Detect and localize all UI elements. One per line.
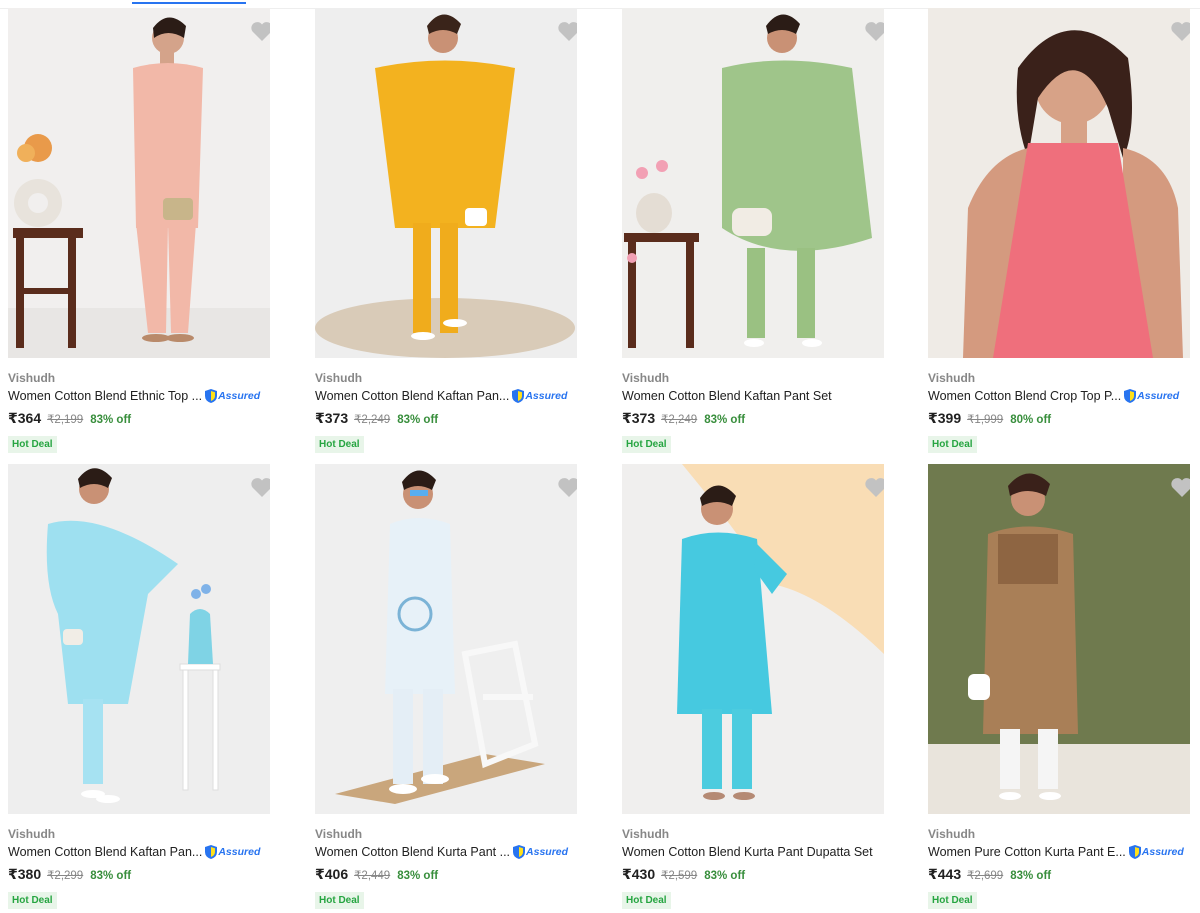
- brand-name: Vishudh: [622, 371, 670, 385]
- assured-label: Assured: [1137, 390, 1180, 402]
- product-image[interactable]: [622, 464, 884, 814]
- product-card[interactable]: Vishudh Women Cotton Blend Ethnic Top ..…: [8, 8, 278, 453]
- product-card[interactable]: Vishudh Women Pure Cotton Kurta Pant E..…: [928, 464, 1198, 909]
- assured-label: Assured: [1141, 846, 1184, 858]
- assured-shield-icon: [1124, 389, 1137, 403]
- product-image[interactable]: [315, 8, 577, 358]
- product-title[interactable]: Women Cotton Blend Crop Top P...: [928, 389, 1121, 403]
- product-title[interactable]: Women Cotton Blend Kaftan Pant Set: [622, 389, 832, 403]
- product-image[interactable]: [622, 8, 884, 358]
- brand-name: Vishudh: [315, 827, 363, 841]
- product-photo-yellow-kaftan: [315, 8, 577, 358]
- wishlist-heart-icon[interactable]: [864, 20, 884, 42]
- product-photo-brown-kurta-set: [928, 464, 1190, 814]
- hot-deal-badge: Hot Deal: [8, 436, 57, 453]
- hot-deal-badge: Hot Deal: [315, 892, 364, 909]
- brand-name: Vishudh: [928, 371, 976, 385]
- original-price: ₹2,199: [47, 414, 84, 426]
- original-price: ₹2,449: [354, 870, 391, 882]
- assured-shield-icon: [1128, 845, 1141, 859]
- product-card[interactable]: Vishudh Women Cotton Blend Kaftan Pan...…: [315, 8, 585, 453]
- discount-percent: 80% off: [1010, 414, 1052, 426]
- wishlist-heart-icon[interactable]: [1170, 20, 1190, 42]
- discount-percent: 83% off: [1010, 870, 1052, 882]
- original-price: ₹2,699: [967, 870, 1004, 882]
- brand-name: Vishudh: [8, 371, 56, 385]
- assured-badge: Assured: [205, 845, 260, 859]
- product-title[interactable]: Women Cotton Blend Kurta Pant ...: [315, 845, 510, 859]
- selling-price: ₹380: [8, 866, 42, 882]
- product-card[interactable]: Vishudh Women Cotton Blend Kurta Pant ..…: [315, 464, 585, 909]
- product-photo-blue-kaftan: [8, 464, 270, 814]
- original-price: ₹2,299: [47, 870, 84, 882]
- brand-name: Vishudh: [8, 827, 56, 841]
- product-image[interactable]: [8, 8, 270, 358]
- hot-deal-badge: Hot Deal: [315, 436, 364, 453]
- product-image[interactable]: [928, 464, 1190, 814]
- discount-percent: 83% off: [704, 414, 746, 426]
- product-photo-peach-coord-set: [8, 8, 270, 358]
- wishlist-heart-icon[interactable]: [557, 476, 577, 498]
- selling-price: ₹373: [622, 410, 656, 426]
- brand-name: Vishudh: [622, 827, 670, 841]
- product-card[interactable]: Vishudh Women Cotton Blend Kurta Pant Du…: [622, 464, 892, 909]
- brand-name: Vishudh: [928, 827, 976, 841]
- original-price: ₹2,599: [661, 870, 698, 882]
- hot-deal-badge: Hot Deal: [928, 436, 977, 453]
- product-photo-green-kaftan: [622, 8, 884, 358]
- product-title[interactable]: Women Cotton Blend Kaftan Pan...: [315, 389, 509, 403]
- product-title[interactable]: Women Pure Cotton Kurta Pant E...: [928, 845, 1126, 859]
- assured-badge: Assured: [1128, 845, 1184, 859]
- product-photo-pink-halter-top: [928, 8, 1190, 358]
- original-price: ₹2,249: [354, 414, 391, 426]
- selling-price: ₹399: [928, 410, 962, 426]
- hot-deal-badge: Hot Deal: [8, 892, 57, 909]
- wishlist-heart-icon[interactable]: [1170, 476, 1190, 498]
- assured-label: Assured: [526, 846, 569, 858]
- product-title[interactable]: Women Cotton Blend Kaftan Pan...: [8, 845, 202, 859]
- assured-shield-icon: [205, 389, 218, 403]
- product-image[interactable]: [8, 464, 270, 814]
- assured-badge: Assured: [1124, 389, 1179, 403]
- top-link-underline: [132, 2, 246, 4]
- selling-price: ₹430: [622, 866, 656, 882]
- discount-percent: 83% off: [90, 414, 132, 426]
- product-title[interactable]: Women Cotton Blend Kurta Pant Dupatta Se…: [622, 845, 873, 859]
- original-price: ₹1,999: [967, 414, 1004, 426]
- product-card[interactable]: Vishudh Women Cotton Blend Crop Top P...…: [928, 8, 1198, 453]
- product-title[interactable]: Women Cotton Blend Ethnic Top ...: [8, 389, 202, 403]
- brand-name: Vishudh: [315, 371, 363, 385]
- wishlist-heart-icon[interactable]: [250, 20, 270, 42]
- product-image[interactable]: [315, 464, 577, 814]
- selling-price: ₹364: [8, 410, 42, 426]
- product-photo-white-blue-kurta-set: [315, 464, 577, 814]
- assured-shield-icon: [513, 845, 526, 859]
- wishlist-heart-icon[interactable]: [864, 476, 884, 498]
- product-image[interactable]: [928, 8, 1190, 358]
- hot-deal-badge: Hot Deal: [622, 436, 671, 453]
- wishlist-heart-icon[interactable]: [557, 20, 577, 42]
- product-photo-turquoise-kurta-set: [622, 464, 884, 814]
- assured-badge: Assured: [512, 389, 567, 403]
- selling-price: ₹443: [928, 866, 962, 882]
- wishlist-heart-icon[interactable]: [250, 476, 270, 498]
- original-price: ₹2,249: [661, 414, 698, 426]
- hot-deal-badge: Hot Deal: [928, 892, 977, 909]
- discount-percent: 83% off: [90, 870, 132, 882]
- hot-deal-badge: Hot Deal: [622, 892, 671, 909]
- selling-price: ₹373: [315, 410, 349, 426]
- selling-price: ₹406: [315, 866, 349, 882]
- assured-shield-icon: [512, 389, 525, 403]
- assured-badge: Assured: [513, 845, 568, 859]
- discount-percent: 83% off: [704, 870, 746, 882]
- discount-percent: 83% off: [397, 870, 439, 882]
- discount-percent: 83% off: [397, 414, 439, 426]
- assured-badge: Assured: [205, 389, 260, 403]
- assured-label: Assured: [525, 390, 568, 402]
- assured-shield-icon: [205, 845, 218, 859]
- product-card[interactable]: Vishudh Women Cotton Blend Kaftan Pan...…: [8, 464, 278, 909]
- assured-label: Assured: [218, 390, 261, 402]
- product-card[interactable]: Vishudh Women Cotton Blend Kaftan Pant S…: [622, 8, 892, 453]
- assured-label: Assured: [218, 846, 261, 858]
